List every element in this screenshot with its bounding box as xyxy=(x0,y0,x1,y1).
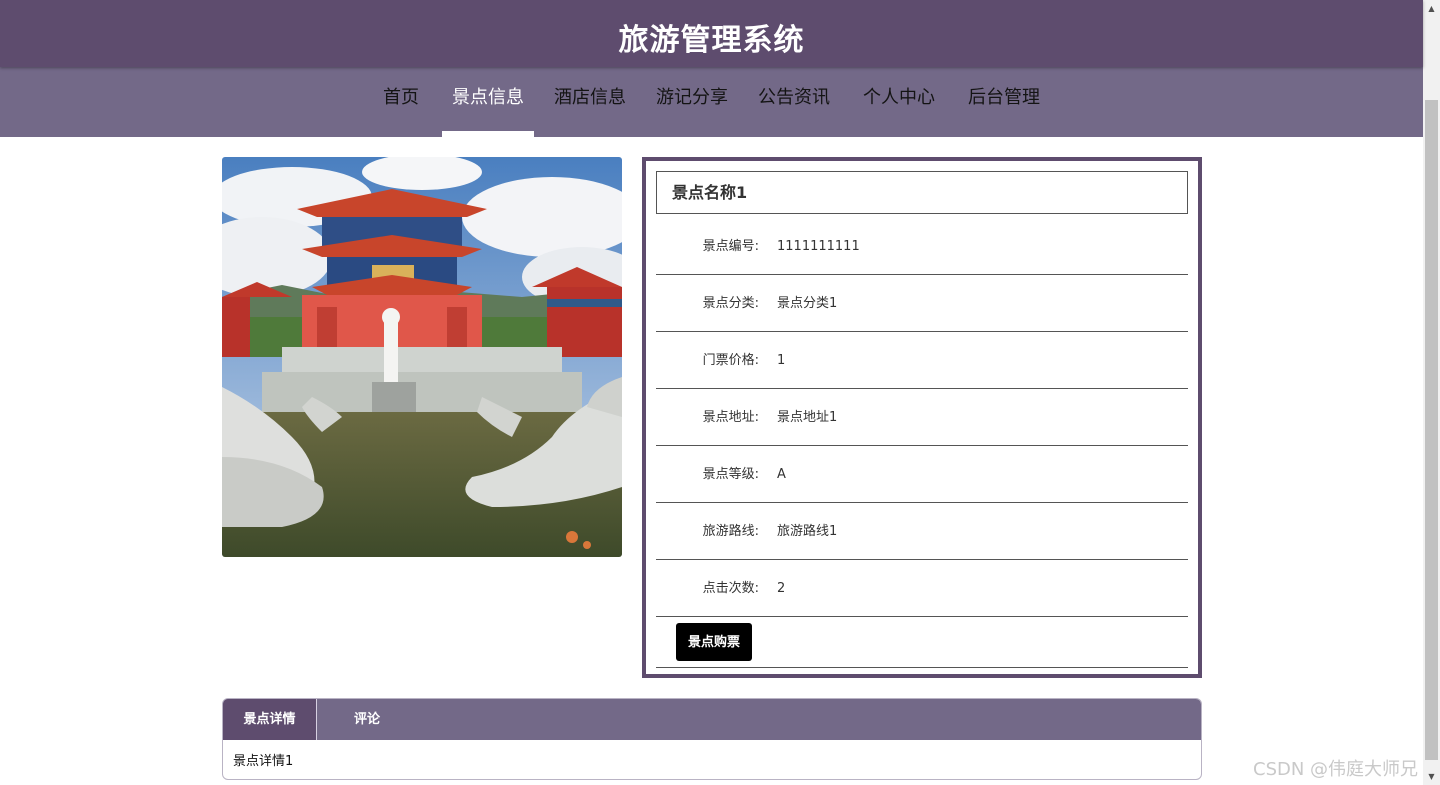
nav-item-profile[interactable]: 个人中心 xyxy=(863,86,935,137)
detail-tabs: 景点详情 评论 景点详情1 xyxy=(222,698,1202,780)
info-row-address: 景点地址: 景点地址1 xyxy=(656,389,1188,446)
site-title: 旅游管理系统 xyxy=(618,23,805,58)
scrollbar-thumb[interactable] xyxy=(1425,100,1438,760)
tab-details[interactable]: 景点详情 xyxy=(223,699,317,740)
info-value: 旅游路线1 xyxy=(777,524,838,539)
info-row-price: 门票价格: 1 xyxy=(656,332,1188,389)
nav-item-admin[interactable]: 后台管理 xyxy=(968,86,1040,137)
info-value: 景点分类1 xyxy=(777,296,838,311)
main-nav: 首页 景点信息 酒店信息 游记分享 公告资讯 个人中心 后台管理 xyxy=(0,67,1423,137)
info-label: 景点分类: xyxy=(702,296,759,311)
vertical-scrollbar[interactable]: ▲ ▼ xyxy=(1423,0,1440,785)
buy-row: 景点购票 xyxy=(656,616,1188,668)
info-label: 门票价格: xyxy=(702,353,759,368)
page: 旅游管理系统 首页 景点信息 酒店信息 游记分享 公告资讯 个人中心 后台管理 xyxy=(0,0,1423,785)
info-value: A xyxy=(777,467,786,482)
nav-item-hotels[interactable]: 酒店信息 xyxy=(554,86,626,137)
attraction-photo xyxy=(222,157,622,557)
tab-content: 景点详情1 xyxy=(233,754,294,769)
info-value: 1111111111 xyxy=(777,239,860,254)
attraction-name: 景点名称1 xyxy=(656,171,1188,214)
info-label: 旅游路线: xyxy=(702,524,759,539)
info-row-route: 旅游路线: 旅游路线1 xyxy=(656,503,1188,560)
scroll-up-icon[interactable]: ▲ xyxy=(1423,0,1440,17)
tab-bar: 景点详情 评论 xyxy=(223,699,1201,740)
info-row-category: 景点分类: 景点分类1 xyxy=(656,275,1188,332)
scroll-down-icon[interactable]: ▼ xyxy=(1423,768,1440,785)
info-label: 景点地址: xyxy=(702,410,759,425)
watermark: CSDN @伟庭大师兄 xyxy=(1253,759,1419,780)
attraction-info-panel: 景点名称1 景点编号: 1111111111 景点分类: 景点分类1 门票价格:… xyxy=(642,157,1202,678)
site-header: 旅游管理系统 xyxy=(0,0,1423,67)
info-value: 景点地址1 xyxy=(777,410,838,425)
tab-comments[interactable]: 评论 xyxy=(317,699,417,740)
temple-image xyxy=(222,157,622,557)
nav-active-indicator xyxy=(442,131,534,137)
nav-item-attractions[interactable]: 景点信息 xyxy=(452,86,524,137)
info-value: 2 xyxy=(777,581,786,596)
nav-item-travel-notes[interactable]: 游记分享 xyxy=(656,86,728,137)
info-label: 点击次数: xyxy=(702,581,759,596)
info-row-code: 景点编号: 1111111111 xyxy=(656,218,1188,275)
info-row-clicks: 点击次数: 2 xyxy=(656,560,1188,617)
info-label: 景点编号: xyxy=(702,239,759,254)
nav-item-news[interactable]: 公告资讯 xyxy=(758,86,830,137)
info-row-level: 景点等级: A xyxy=(656,446,1188,503)
info-value: 1 xyxy=(777,353,786,368)
nav-item-home[interactable]: 首页 xyxy=(382,86,420,137)
info-label: 景点等级: xyxy=(702,467,759,482)
buy-ticket-button[interactable]: 景点购票 xyxy=(676,623,752,661)
